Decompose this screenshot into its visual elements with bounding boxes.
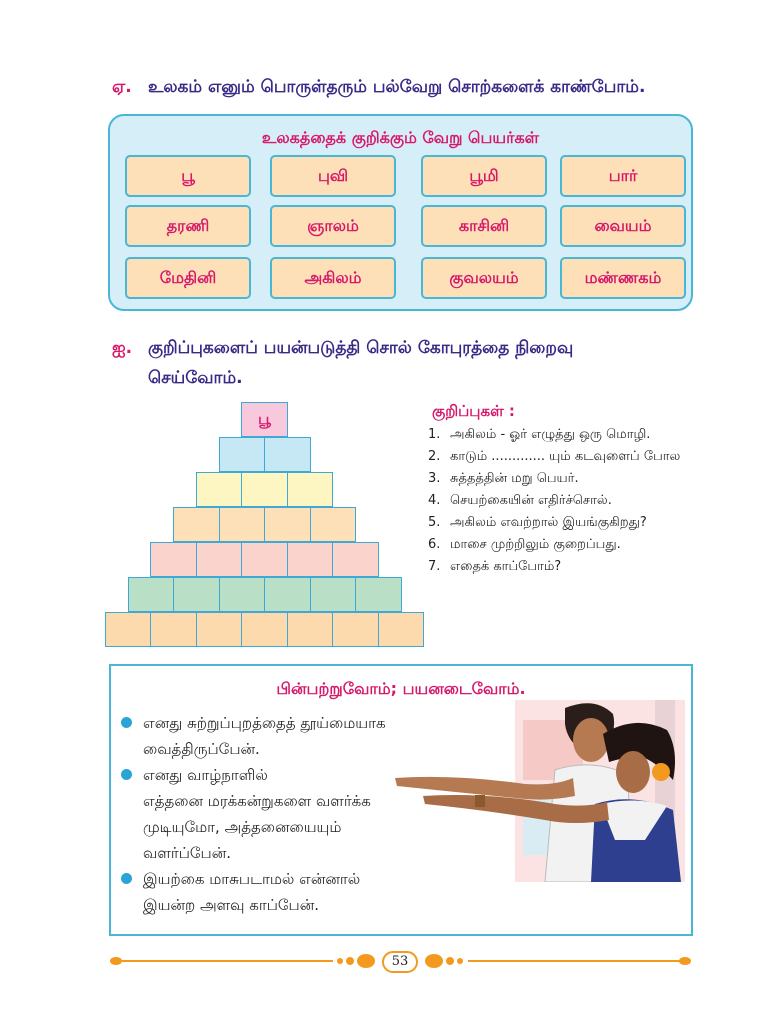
clues-list: 1. அகிலம் - ஓர் எழுத்து ஒரு மொழி. 2. காடும… [428,424,708,578]
tower-cell [264,577,311,612]
section-a-heading: ஏ. உலகம் எனும் பொருள்தரும் பல்வேறு சொற்கள… [112,77,645,99]
tower-cell [286,542,334,577]
tower-cell [218,577,265,612]
tower-cell [241,472,288,507]
clue-number: 3. [428,471,441,486]
tower-cell [173,577,220,612]
bullet-icon [121,873,132,884]
synonyms-box: உலகத்தைக் குறிக்கும் வேறு பெயர்கள் பூ பு… [108,114,693,311]
tower-cell [309,507,356,542]
follow-line: இயன்ற அளவு காப்பேன். [143,896,320,914]
synonyms-title: உலகத்தைக் குறிக்கும் வேறு பெயர்கள் [261,128,540,147]
tower-cell [150,612,197,647]
tower-cell [195,542,243,577]
tower-cell [286,472,334,507]
tower-cell [264,507,311,542]
clue-item: 3. சுத்தத்தின் மறு பெயர். [428,468,708,490]
clue-number: 2. [428,449,441,464]
tower-top-cell: பூ [241,402,288,437]
synonym-word: ஞாலம் [270,205,396,247]
tower-cell [241,612,288,647]
tower-cell [332,542,379,577]
clue-text: மாசை முற்றிலும் குறைப்பது. [450,537,621,552]
section-b-label: ஐ. [112,338,133,358]
page-footer: 53 [108,946,693,976]
clue-text: அகிலம் - ஓர் எழுத்து ஒரு மொழி. [450,427,651,442]
clue-text: காடும் ............. யும் கடவுளைப் போல [450,449,681,464]
clue-number: 7. [428,559,441,574]
section-b-line2: செய்வோம். [148,368,243,388]
synonym-word: தரணி [125,205,251,247]
follow-title: பின்பற்றுவோம்; பயனடைவோம். [276,679,526,698]
tower-cell [218,507,265,542]
girl-face [616,751,650,793]
section-a-label: ஏ. [112,77,132,97]
children-pointing-illustration [395,700,685,882]
synonym-word: புவி [270,155,396,197]
clue-item: 5. அகிலம் எவற்றால் இயங்குகிறது? [428,512,708,534]
clue-text: செயற்கையின் எதிர்ச்சொல். [450,493,612,508]
clue-text: அகிலம் எவற்றால் இயங்குகிறது? [450,515,647,530]
synonym-word: குவலயம் [421,257,547,299]
tower-cell [377,612,425,647]
bangle [475,795,485,807]
bullet-icon [121,769,132,780]
clue-item: 2. காடும் ............. யும் கடவுளைப் போல [428,446,708,468]
page-number: 53 [382,951,418,973]
tower-cell [104,612,152,647]
clue-text: எதைக் காப்போம்? [450,559,562,574]
clue-number: 1. [428,427,441,442]
clues-title: குறிப்புகள் : [432,402,515,420]
synonym-word: மேதினி [125,257,251,299]
tower-cell [195,612,243,647]
section-b-line1: குறிப்புகளைப் பயன்படுத்தி சொல் கோபுரத்தை… [148,338,574,358]
synonym-word: காசினி [421,205,547,247]
girl-ribbon [652,763,670,781]
clue-number: 5. [428,515,441,530]
tower-cell [218,437,265,472]
synonym-word: வையம் [560,205,686,247]
tower-cell [173,507,220,542]
synonym-word: பார் [560,155,686,197]
synonym-word: அகிலம் [270,257,396,299]
section-b-heading: ஐ. குறிப்புகளைப் பயன்படுத்தி சொல் கோபுரத்… [112,333,573,393]
synonym-word: மண்ணகம் [560,257,686,299]
clue-number: 4. [428,493,441,508]
clue-text: சுத்தத்தின் மறு பெயர். [450,471,579,486]
clue-number: 6. [428,537,441,552]
clue-item: 7. எதைக் காப்போம்? [428,556,708,578]
tower-cell [264,437,311,472]
bullet-icon [121,717,132,728]
synonym-word: பூமி [421,155,547,197]
clue-item: 4. செயற்கையின் எதிர்ச்சொல். [428,490,708,512]
synonym-word: பூ [125,155,251,197]
tower-cell [309,577,356,612]
tower-cell [332,612,379,647]
tower-cell [355,577,402,612]
boy-face [573,718,609,762]
tower-cell [286,612,334,647]
tower-cell [241,542,288,577]
tower-cell [127,577,174,612]
clue-item: 1. அகிலம் - ஓர் எழுத்து ஒரு மொழி. [428,424,708,446]
tower-cell [195,472,243,507]
tower-cell [150,542,197,577]
clue-item: 6. மாசை முற்றிலும் குறைப்பது. [428,534,708,556]
section-a-text: உலகம் எனும் பொருள்தரும் பல்வேறு சொற்களைக… [148,77,646,97]
